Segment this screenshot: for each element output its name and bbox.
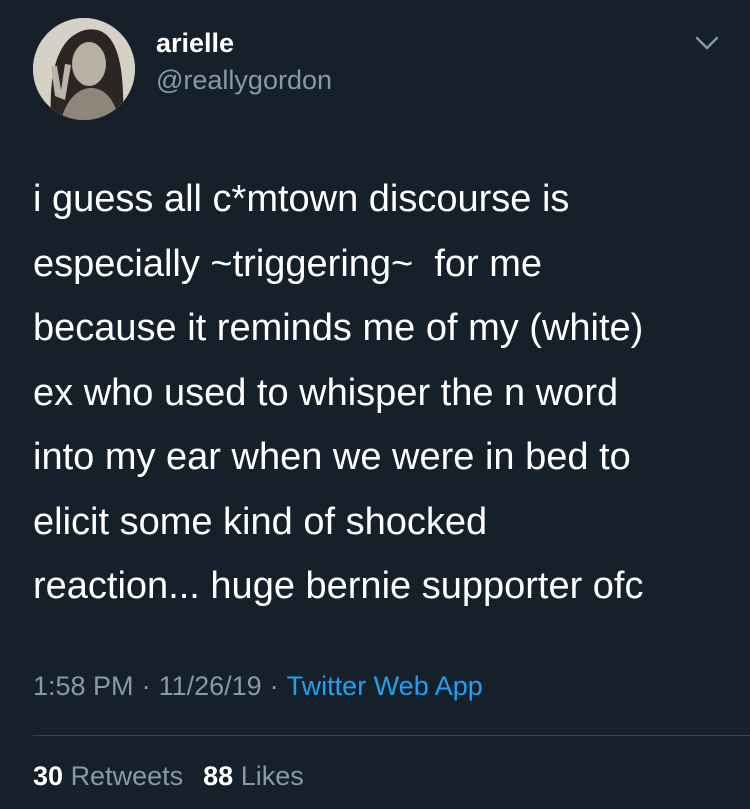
retweets-stat[interactable]: 30 Retweets <box>33 761 183 791</box>
tweet-text-line: into my ear when we were in bed to <box>33 436 631 478</box>
tweet-text-line: reaction... huge bernie supporter ofc <box>33 565 644 607</box>
tweet-metadata: 1:58 PM · 11/26/19 · Twitter Web App <box>33 668 483 704</box>
tweet-time[interactable]: 1:58 PM <box>33 671 134 701</box>
retweets-label: Retweets <box>70 761 184 791</box>
tweet-text-line: because it reminds me of my (white) <box>33 307 644 349</box>
tweet-card: arielle @reallygordon i guess all c*mtow… <box>0 0 750 809</box>
avatar[interactable] <box>33 18 135 120</box>
tweet-text: i guess all c*mtown discourse is especia… <box>33 167 733 619</box>
likes-label: Likes <box>240 761 304 791</box>
separator-dot: · <box>141 671 151 701</box>
tweet-text-line: especially ~triggering~ for me <box>33 242 543 285</box>
username-handle[interactable]: @reallygordon <box>156 64 332 96</box>
tweet-date[interactable]: 11/26/19 <box>159 671 262 701</box>
tweet-text-line: elicit some kind of shocked <box>33 500 488 543</box>
engagement-stats: 30 Retweets 88 Likes <box>33 758 324 794</box>
tweet-source-link[interactable]: Twitter Web App <box>287 671 483 701</box>
chevron-down-icon[interactable] <box>693 33 721 53</box>
display-name[interactable]: arielle <box>156 27 234 59</box>
tweet-text-line: i guess all c*mtown discourse is <box>33 178 570 220</box>
divider <box>33 735 750 736</box>
profile-photo <box>33 18 135 120</box>
likes-stat[interactable]: 88 Likes <box>203 761 304 791</box>
retweets-count: 30 <box>33 761 64 791</box>
likes-count: 88 <box>203 761 234 791</box>
separator-dot: · <box>269 671 279 701</box>
tweet-text-line: ex who used to whisper the n word <box>33 371 619 414</box>
